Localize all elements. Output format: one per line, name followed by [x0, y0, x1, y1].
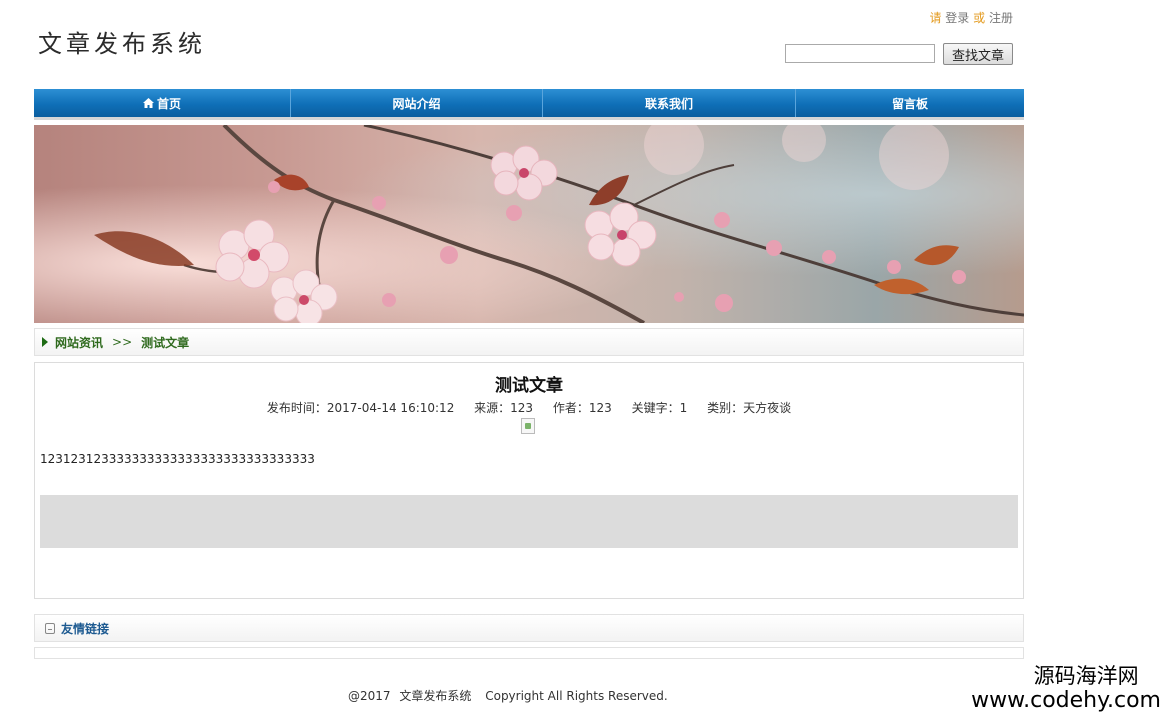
login-bar: 请 登录 或 注册 [929, 9, 1013, 26]
book-icon [45, 622, 55, 634]
meta-category: 类别：天方夜谈 [707, 401, 792, 415]
nav-item-about[interactable]: 网站介绍 [291, 89, 543, 117]
page: 文章发布系统 请 登录 或 注册 查找文章 首页 网站介绍 联系我们 留言板 网… [0, 0, 1167, 719]
meta-source: 来源：123 [474, 401, 534, 415]
meta-keywords: 关键字：1 [631, 401, 688, 415]
footer-site: 文章发布系统 [399, 689, 472, 703]
article-meta: 发布时间：2017-04-14 16:10:12 来源：123 作者：123 关… [35, 399, 1023, 416]
article-title: 测试文章 [495, 376, 563, 396]
nav-item-home[interactable]: 首页 [34, 89, 291, 117]
breadcrumb-separator: >> [112, 335, 133, 349]
footer: @2017 文章发布系统 Copyright All Rights Reserv… [348, 687, 673, 704]
blossom-illustration [94, 125, 1024, 323]
footer-rights: Copyright All Rights Reserved. [485, 689, 668, 703]
breadcrumb-current[interactable]: 测试文章 [141, 334, 189, 351]
article-panel: 测试文章 发布时间：2017-04-14 16:10:12 来源：123 作者：… [34, 362, 1024, 599]
login-link[interactable]: 登录 [945, 11, 969, 25]
meta-author: 作者：123 [552, 401, 612, 415]
friendly-links-list [34, 647, 1024, 659]
login-or: 或 [973, 11, 986, 25]
login-prefix: 请 [929, 11, 942, 25]
search-input[interactable] [785, 44, 935, 63]
friendly-links-title: 友情链接 [61, 621, 110, 636]
breadcrumb-link[interactable]: 网站资讯 [55, 334, 103, 351]
meta-time: 发布时间：2017-04-14 16:10:12 [266, 401, 455, 415]
friendly-links-header: 友情链接 [34, 614, 1024, 642]
footer-year: @2017 [348, 689, 391, 703]
main-nav: 首页 网站介绍 联系我们 留言板 [34, 89, 1024, 120]
site-logo[interactable]: 文章发布系统 [38, 24, 206, 59]
article-body: 123123123333333333333333333333333333 [40, 452, 315, 466]
watermark-cn: 源码海洋网 [1033, 664, 1139, 688]
register-link[interactable]: 注册 [989, 11, 1013, 25]
content-placeholder-block [40, 495, 1018, 548]
home-icon [142, 98, 154, 108]
nav-label: 留言板 [891, 96, 928, 111]
watermark: 源码海洋网 www.codehy.com [971, 664, 1161, 714]
nav-item-guestbook[interactable]: 留言板 [796, 89, 1024, 117]
nav-label: 联系我们 [644, 96, 693, 111]
triangle-right-icon [42, 337, 48, 347]
nav-item-contact[interactable]: 联系我们 [543, 89, 796, 117]
breadcrumb: 网站资讯 >> 测试文章 [34, 328, 1024, 356]
banner-image [34, 125, 1024, 323]
broken-image-icon [521, 418, 535, 434]
nav-label: 网站介绍 [392, 96, 441, 111]
search-button[interactable]: 查找文章 [943, 43, 1013, 65]
nav-label: 首页 [156, 96, 181, 111]
watermark-en: www.codehy.com [971, 688, 1161, 713]
